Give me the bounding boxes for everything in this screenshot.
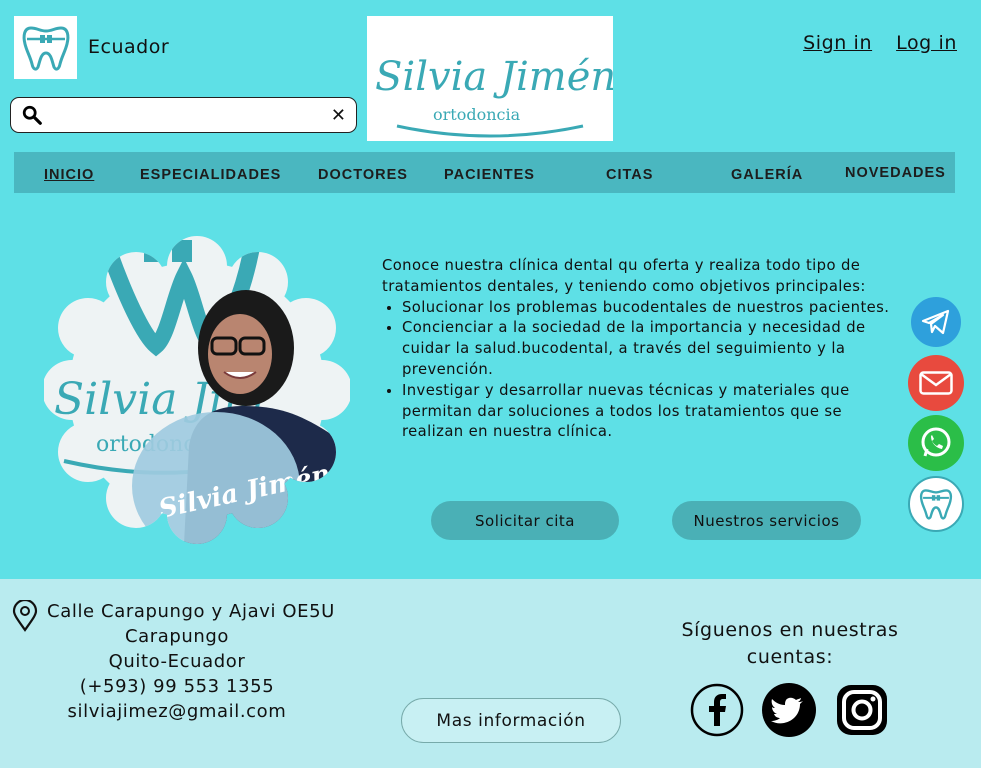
search-bar[interactable]: ✕ <box>10 97 357 133</box>
whatsapp-icon[interactable] <box>908 415 964 471</box>
objective-item: Solucionar los problemas bucodentales de… <box>402 298 900 319</box>
objectives-list: Solucionar los problemas bucodentales de… <box>380 298 900 444</box>
more-info-button[interactable]: Mas información <box>401 698 621 743</box>
footer: Calle Carapungo y Ajavi OE5U Carapungo Q… <box>0 579 981 768</box>
address-city: Quito-Ecuador <box>108 651 246 672</box>
our-services-button[interactable]: Nuestros servicios <box>672 501 861 540</box>
brand-logo[interactable]: Silvia Jiménez ortodoncia <box>367 16 662 141</box>
objective-item: Investigar y desarrollar nuevas técnicas… <box>402 381 900 443</box>
clinic-logo-icon[interactable] <box>14 16 77 79</box>
main-nav: INICIO ESPECIALIDADES DOCTORES PACIENTES… <box>14 152 955 193</box>
address-block: Calle Carapungo y Ajavi OE5U Carapungo Q… <box>12 599 342 724</box>
email-icon[interactable] <box>908 355 964 411</box>
nav-item-novedades[interactable]: NOVEDADES <box>845 165 946 181</box>
nav-item-galeria[interactable]: GALERÍA <box>731 167 803 183</box>
search-icon[interactable] <box>21 104 43 126</box>
instagram-icon[interactable] <box>834 682 890 738</box>
facebook-icon[interactable] <box>689 682 745 738</box>
phone-number: (+593) 99 553 1355 <box>79 676 275 697</box>
intro-paragraph: Conoce nuestra clínica dental qu oferta … <box>382 257 866 295</box>
telegram-icon[interactable] <box>908 294 964 350</box>
follow-text: Síguenos en nuestras cuentas: <box>681 619 899 668</box>
search-input[interactable] <box>51 106 331 124</box>
brand-tagline: ortodoncia <box>433 105 521 124</box>
sign-in-link[interactable]: Sign in <box>803 32 872 54</box>
nav-item-pacientes[interactable]: PACIENTES <box>444 167 535 183</box>
log-in-link[interactable]: Log in <box>896 32 957 54</box>
clear-search-icon[interactable]: ✕ <box>331 105 346 126</box>
twitter-icon[interactable] <box>761 682 817 738</box>
email-address: silviajimez@gmail.com <box>67 701 287 722</box>
tooth-logo-icon[interactable] <box>908 476 964 532</box>
nav-item-especialidades[interactable]: ESPECIALIDADES <box>140 167 281 183</box>
brand-name: Silvia Jiménez <box>375 54 613 100</box>
address-street: Calle Carapungo y Ajavi OE5U <box>47 601 335 622</box>
objective-item: Concienciar a la sociedad de la importan… <box>402 318 900 380</box>
doctor-photo: Silvia Jim ortodonc Silvia Jiméne <box>44 236 350 544</box>
intro-section: Conoce nuestra clínica dental qu oferta … <box>380 256 900 443</box>
address-area: Carapungo <box>124 626 230 647</box>
country-label: Ecuador <box>88 36 170 58</box>
request-appointment-button[interactable]: Solicitar cita <box>431 501 619 540</box>
nav-item-inicio[interactable]: INICIO <box>44 167 94 183</box>
nav-item-doctores[interactable]: DOCTORES <box>318 167 408 183</box>
location-pin-icon <box>12 600 38 632</box>
nav-item-citas[interactable]: CITAS <box>606 167 653 183</box>
